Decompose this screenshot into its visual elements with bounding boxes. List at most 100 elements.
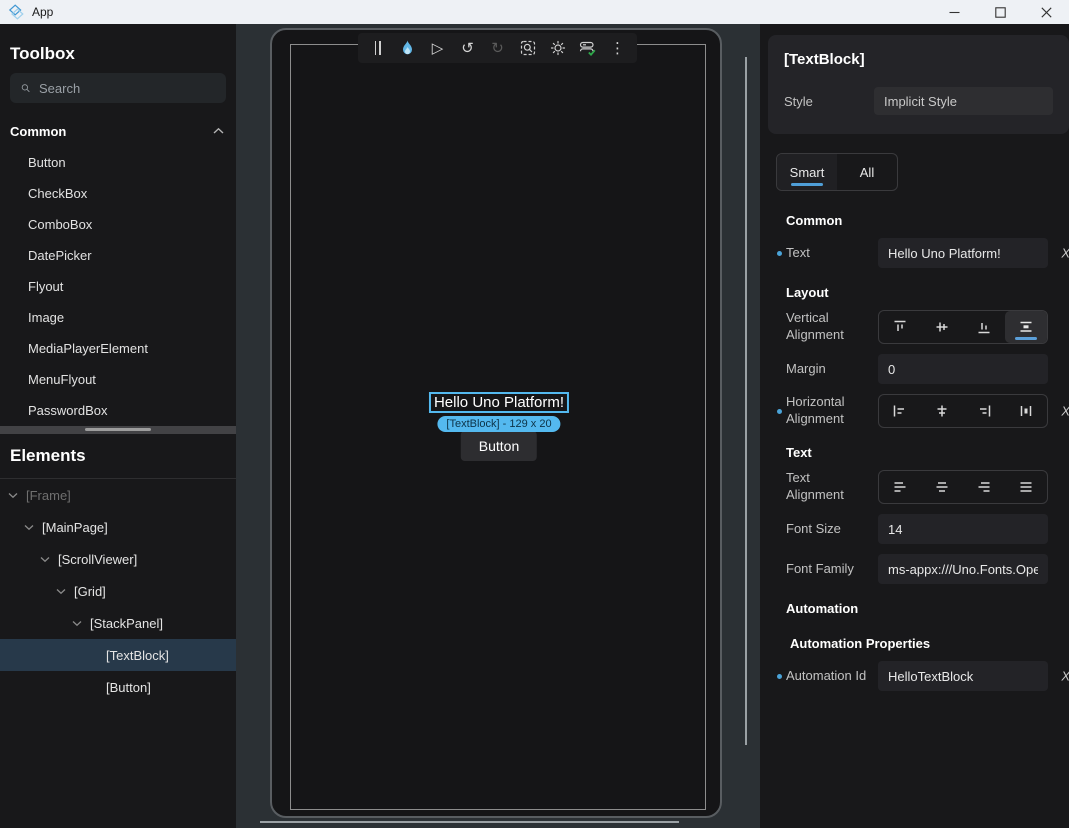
maximize-button[interactable] [977,0,1023,24]
maximize-icon [995,7,1006,18]
app-logo-icon [8,4,24,20]
close-button[interactable] [1023,0,1069,24]
chevron-down-icon[interactable] [8,492,18,499]
font-size-field[interactable] [878,514,1048,544]
tab-all[interactable]: All [837,154,897,190]
tasks-check-icon[interactable] [579,39,596,57]
canvas-button[interactable]: Button [461,431,537,461]
vertical-alignment-label: Vertical Alignment [786,310,878,344]
h-align-right-icon [975,402,993,420]
toolbox-item-combobox[interactable]: ComboBox [0,209,236,240]
chevron-down-icon[interactable] [24,524,34,531]
tree-item-label: [TextBlock] [106,648,169,663]
style-field[interactable] [874,87,1053,115]
tree-item-button[interactable]: [Button] [0,671,236,703]
tree-item-label: [StackPanel] [90,616,163,631]
chevron-up-icon[interactable] [213,127,224,135]
automation-id-label: Automation Id [786,668,878,685]
h-align-left-icon [891,402,909,420]
section-layout: Layout [786,285,1048,300]
canvas-vertical-scrollbar[interactable] [745,57,747,745]
tree-item-scrollviewer[interactable]: [ScrollViewer] [0,543,236,575]
canvas-selected-textblock[interactable]: Hello Uno Platform! [429,392,569,413]
inspect-element-icon[interactable] [519,39,536,57]
h-align-stretch-button[interactable] [1005,395,1047,427]
chevron-down-icon[interactable] [72,620,82,627]
toolbox-list: Button CheckBox ComboBox DatePicker Flyo… [0,147,236,426]
tree-item-textblock[interactable]: [TextBlock] [0,639,236,671]
toolbox-item-passwordbox[interactable]: PasswordBox [0,395,236,426]
v-align-center-icon [933,318,951,336]
v-align-top-button[interactable] [879,311,921,343]
tree-item-mainpage[interactable]: [MainPage] [0,511,236,543]
v-align-center-button[interactable] [921,311,963,343]
v-align-bottom-button[interactable] [963,311,1005,343]
v-align-stretch-button[interactable] [1005,311,1047,343]
property-vertical-alignment: Vertical Alignment [786,310,1048,344]
tree-item-stackpanel[interactable]: [StackPanel] [0,607,236,639]
selection-size-badge: [TextBlock] - 129 x 20 [437,416,560,432]
v-align-bottom-icon [975,318,993,336]
toolbox-item-flyout[interactable]: Flyout [0,271,236,302]
theme-toggle-icon[interactable] [549,39,566,57]
text-align-right-button[interactable] [963,471,1005,503]
toolbox-item-menuflyout[interactable]: MenuFlyout [0,364,236,395]
property-text-label: Text [786,245,878,262]
toolbox-item-mediaplayerelement[interactable]: MediaPlayerElement [0,333,236,364]
vertical-alignment-group [878,310,1048,344]
close-icon [1041,7,1052,18]
text-align-justify-button[interactable] [1005,471,1047,503]
chevron-down-icon[interactable] [56,588,66,595]
toolbox-group-common[interactable]: Common [10,117,224,145]
text-align-justify-icon [1017,478,1035,496]
markup-extension-button[interactable]: X [1061,669,1069,684]
toolbox-scrollbar-thumb[interactable] [85,428,151,431]
property-text-field[interactable] [878,238,1048,268]
play-icon[interactable]: ▷ [429,39,446,57]
text-align-center-button[interactable] [921,471,963,503]
h-align-left-button[interactable] [879,395,921,427]
toolbox-search[interactable] [10,73,226,103]
h-align-center-button[interactable] [921,395,963,427]
text-align-center-icon [933,478,951,496]
tree-item-grid[interactable]: [Grid] [0,575,236,607]
hot-reload-flame-icon[interactable] [399,39,416,57]
toolbox-item-button[interactable]: Button [0,147,236,178]
window-controls [931,0,1069,24]
design-canvas: ▷ ↺ ↻ [236,24,760,828]
text-align-left-button[interactable] [879,471,921,503]
toolbox-scrollbar[interactable] [0,426,236,434]
tree-item-frame[interactable]: [Frame] [0,479,236,511]
tab-smart[interactable]: Smart [777,154,837,190]
toolbox-item-datepicker[interactable]: DatePicker [0,240,236,271]
markup-extension-button[interactable]: X [1061,246,1069,261]
search-input[interactable] [39,81,215,96]
redo-icon[interactable]: ↻ [489,39,506,57]
left-sidebar: Toolbox Common Button CheckBox ComboBox … [0,24,236,828]
undo-icon[interactable]: ↺ [459,39,476,57]
text-align-left-icon [891,478,909,496]
modified-dot [777,409,782,414]
toolbox-item-checkbox[interactable]: CheckBox [0,178,236,209]
margin-field[interactable] [878,354,1048,384]
more-options-icon[interactable]: ⋮ [609,39,626,57]
property-font-family: Font Family [786,554,1048,584]
canvas-horizontal-scrollbar[interactable] [260,821,679,823]
drag-handle[interactable] [369,39,386,57]
automation-id-field[interactable] [878,661,1048,691]
tree-item-label: [MainPage] [42,520,108,535]
toolbox-item-image[interactable]: Image [0,302,236,333]
modified-dot [777,674,782,679]
minimize-button[interactable] [931,0,977,24]
markup-extension-button[interactable]: X [1061,404,1069,419]
property-margin: Margin [786,354,1048,384]
section-text: Text [786,445,1048,460]
horizontal-alignment-group [878,394,1048,428]
font-family-label: Font Family [786,561,878,578]
section-automation: Automation [786,601,1048,616]
text-alignment-label: Text Alignment [786,470,878,504]
selected-element-title: [TextBlock] [784,51,1053,68]
chevron-down-icon[interactable] [40,556,50,563]
h-align-right-button[interactable] [963,395,1005,427]
font-family-field[interactable] [878,554,1048,584]
